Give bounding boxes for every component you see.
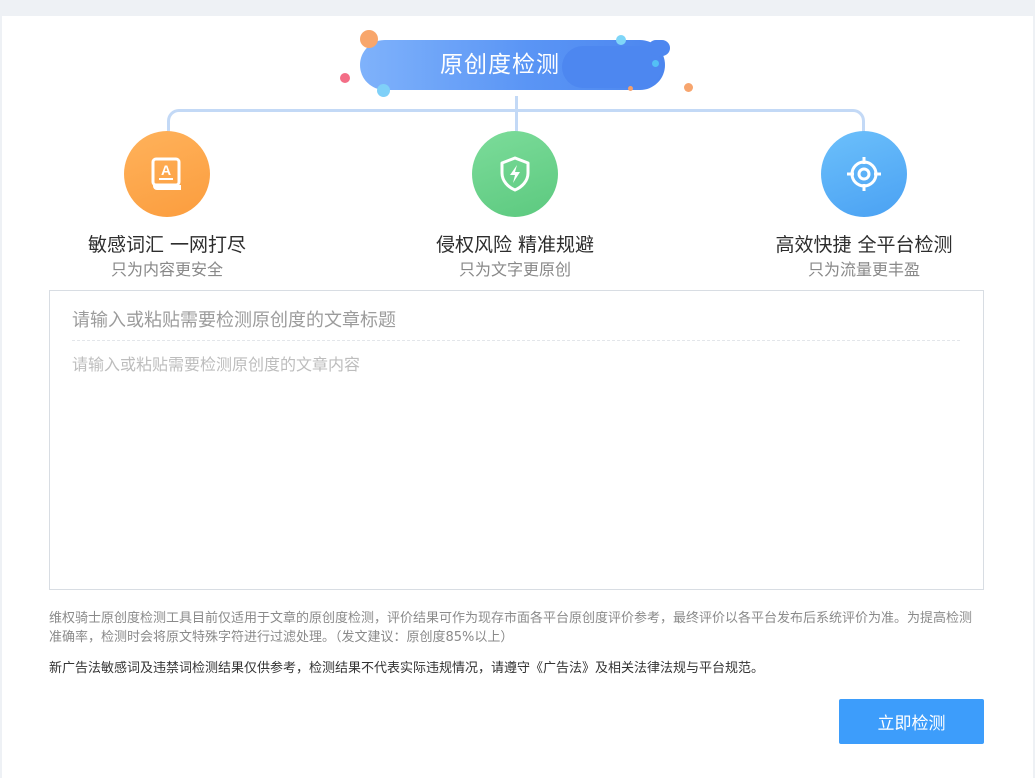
- feature-title-efficient: 高效快捷 全平台检测: [775, 234, 953, 256]
- banner-decoration-small: [648, 40, 670, 56]
- ad-law-notice: 新广告法敏感词及违禁词检测结果仅供参考，检测结果不代表实际违规情况，请遵守《广告…: [49, 661, 765, 676]
- decor-dot: [652, 60, 659, 67]
- banner-title: 原创度检测: [440, 52, 560, 78]
- book-a-icon: A: [151, 157, 181, 190]
- target-icon: [847, 157, 881, 191]
- detection-card: 原创度检测 A 敏感词汇 一网打尽 只为内容更安全 侵权风险 精准规避 只为文字…: [2, 16, 1033, 778]
- feature-title-sensitive: 敏感词汇 一网打尽: [87, 234, 247, 256]
- article-content-textarea[interactable]: [72, 351, 960, 576]
- feature-subtitle-efficient: 只为流量更丰盈: [807, 260, 920, 279]
- shield-bolt-icon: [500, 156, 530, 192]
- start-detection-button[interactable]: 立即检测: [839, 699, 984, 744]
- svg-text:A: A: [161, 162, 171, 178]
- article-title-input[interactable]: [72, 301, 960, 341]
- feature-icon-infringement: [472, 131, 558, 217]
- decor-dot: [628, 86, 633, 91]
- disclaimer-text: 维权骑士原创度检测工具目前仅适用于文章的原创度检测，评价结果可作为现存市面各平台…: [49, 611, 973, 645]
- feature-icon-efficient: [821, 131, 907, 217]
- article-editor: [49, 290, 984, 590]
- decor-dot: [377, 84, 390, 97]
- feature-title-infringement: 侵权风险 精准规避: [435, 234, 595, 256]
- banner-header: 原创度检测: [2, 16, 1033, 146]
- decor-dot: [616, 35, 626, 45]
- decor-dot: [340, 73, 350, 83]
- decor-dot: [684, 83, 693, 92]
- feature-subtitle-infringement: 只为文字更原创: [458, 260, 571, 279]
- decor-dot: [360, 30, 378, 48]
- feature-icon-sensitive: A: [124, 131, 210, 217]
- feature-subtitle-sensitive: 只为内容更安全: [110, 260, 223, 279]
